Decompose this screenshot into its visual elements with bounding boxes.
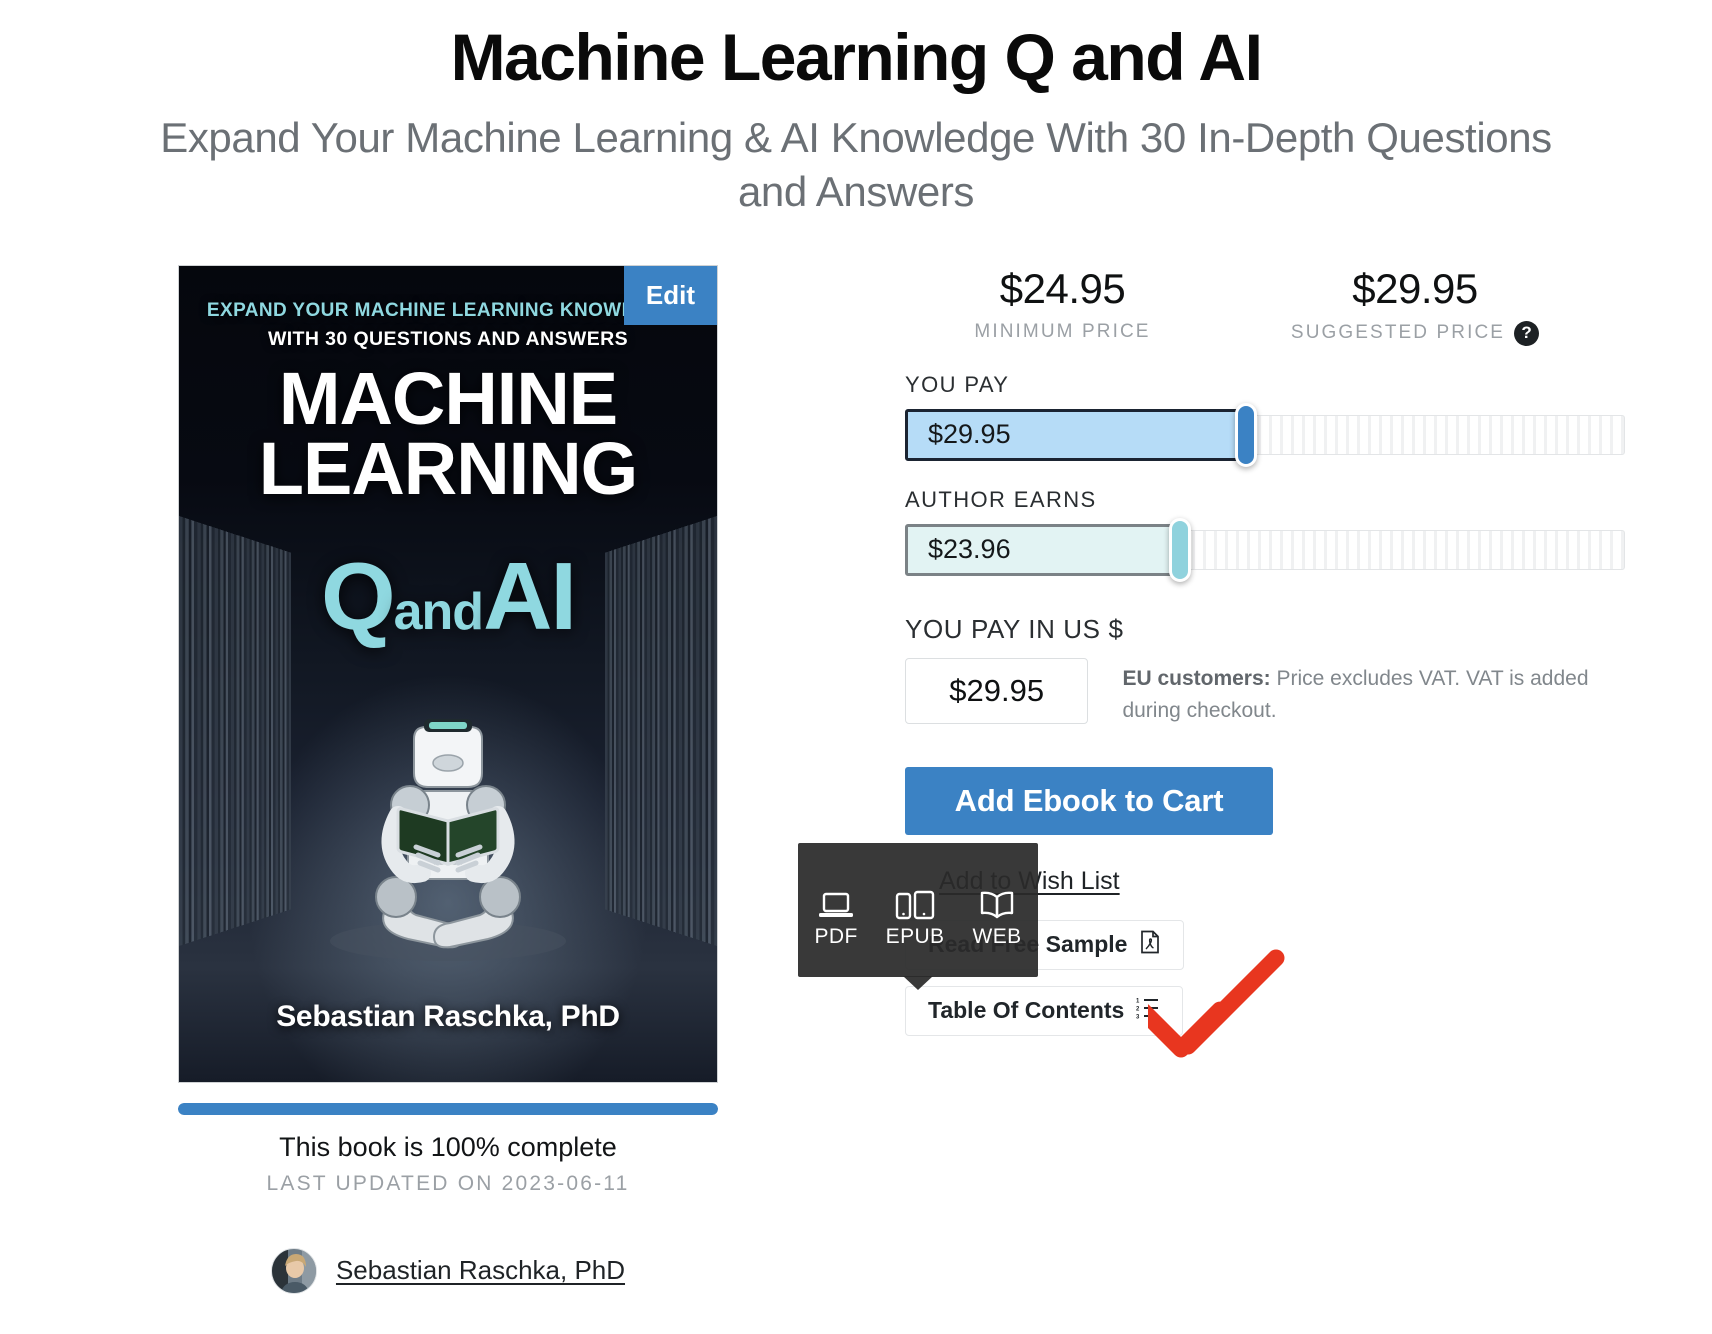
author-earns-slider-thumb[interactable]	[1169, 517, 1191, 582]
author-byline: Sebastian Raschka, PhD	[178, 1247, 718, 1294]
help-icon[interactable]: ?	[1514, 320, 1540, 346]
cover-title-line2: LEARNING	[258, 427, 638, 511]
minimum-price-amount: $24.95	[999, 264, 1126, 312]
avatar	[270, 1247, 317, 1294]
us-dollar-row: $29.95 EU customers: Price excludes VAT.…	[905, 657, 1625, 727]
table-of-contents-label: Table Of Contents	[928, 997, 1125, 1024]
you-pay-input[interactable]: $29.95	[905, 408, 1243, 461]
us-dollar-label: YOU PAY IN US $	[905, 613, 1124, 644]
format-tooltip: PDF EPUB WEB	[798, 843, 1038, 990]
edit-cover-button[interactable]: Edit	[623, 265, 717, 325]
completion-progress-fill	[178, 1102, 718, 1115]
format-label-epub: EPUB	[885, 925, 945, 948]
svg-text:3: 3	[1136, 1014, 1140, 1019]
table-of-contents-button[interactable]: Table Of Contents 1 2 3	[905, 985, 1184, 1036]
book-cover: EXPAND YOUR MACHINE LEARNING KNOWLEDGE W…	[178, 264, 718, 1083]
robot-illustration-icon	[330, 718, 566, 961]
add-ebook-to-cart-button[interactable]: Add Ebook to Cart	[905, 766, 1273, 835]
tooltip-format-list: PDF EPUB WEB	[798, 886, 1038, 949]
minimum-price-cell: $24.95 MINIMUM PRICE	[905, 265, 1220, 346]
you-pay-slider-thumb[interactable]	[1235, 402, 1257, 467]
author-name-link[interactable]: Sebastian Raschka, PhD	[336, 1255, 625, 1286]
suggested-price-label: SUGGESTED PRICE	[1290, 322, 1506, 344]
you-pay-label: YOU PAY	[905, 371, 1010, 397]
completion-progress-bar	[178, 1102, 718, 1115]
author-earns-input[interactable]: $23.96	[905, 523, 1177, 576]
format-item-epub: EPUB	[886, 886, 945, 949]
suggested-price-cell: $29.95 SUGGESTED PRICE ?	[1250, 265, 1580, 346]
cover-accent-and: and	[393, 582, 484, 641]
us-dollar-value: $29.95	[905, 657, 1089, 724]
phone-tablet-icon	[886, 886, 945, 920]
cover-kicker-line2: WITH 30 QUESTIONS AND ANSWERS	[267, 327, 629, 350]
vat-note: EU customers: Price excludes VAT. VAT is…	[1122, 658, 1625, 727]
page-subtitle: Expand Your Machine Learning & AI Knowle…	[160, 114, 1552, 216]
cover-accent-q: Q	[320, 542, 396, 650]
open-book-icon	[972, 886, 1021, 920]
price-summary: $24.95 MINIMUM PRICE $29.95 SUGGESTED PR…	[905, 265, 1625, 346]
cover-author-name: Sebastian Raschka, PhD	[276, 999, 620, 1033]
tooltip-pointer	[903, 976, 933, 990]
last-updated-text: LAST UPDATED ON 2023-06-11	[266, 1171, 630, 1195]
cover-title-line1: MACHINE	[278, 356, 618, 440]
cover-main-title: MACHINE LEARNING	[179, 356, 717, 511]
laptop-icon	[814, 886, 857, 920]
page-title: Machine Learning Q and AI	[450, 20, 1263, 94]
format-label-pdf: PDF	[814, 925, 858, 948]
svg-text:1: 1	[1136, 998, 1140, 1004]
completion-text: This book is 100% complete	[279, 1131, 617, 1162]
svg-text:2: 2	[1136, 1006, 1140, 1012]
suggested-price-amount: $29.95	[1352, 264, 1478, 312]
format-item-pdf: PDF	[814, 886, 857, 949]
format-label-web: WEB	[972, 925, 1022, 948]
cover-kicker-line1: EXPAND YOUR MACHINE LEARNING KNOWLEDGE	[206, 299, 690, 321]
format-item-web: WEB	[972, 886, 1021, 949]
author-earns-slider[interactable]: $23.96	[905, 517, 1625, 582]
product-page: Machine Learning Q and AI Expand Your Ma…	[0, 0, 1712, 1334]
cover-accent-ai: AI	[483, 542, 577, 650]
cover-accent-title: QandAI	[179, 548, 717, 645]
red-annotation-arrow-icon	[1148, 949, 1285, 1058]
you-pay-slider[interactable]: $29.95	[905, 402, 1625, 467]
author-earns-label: AUTHOR EARNS	[905, 486, 1097, 512]
page-header: Machine Learning Q and AI Expand Your Ma…	[0, 0, 1712, 219]
suggested-price-label-wrap: SUGGESTED PRICE ?	[1290, 320, 1540, 346]
product-body: EXPAND YOUR MACHINE LEARNING KNOWLEDGE W…	[0, 264, 1712, 1325]
book-column: EXPAND YOUR MACHINE LEARNING KNOWLEDGE W…	[178, 264, 718, 1294]
minimum-price-label: MINIMUM PRICE	[974, 320, 1151, 342]
vat-note-bold: EU customers:	[1122, 666, 1271, 690]
